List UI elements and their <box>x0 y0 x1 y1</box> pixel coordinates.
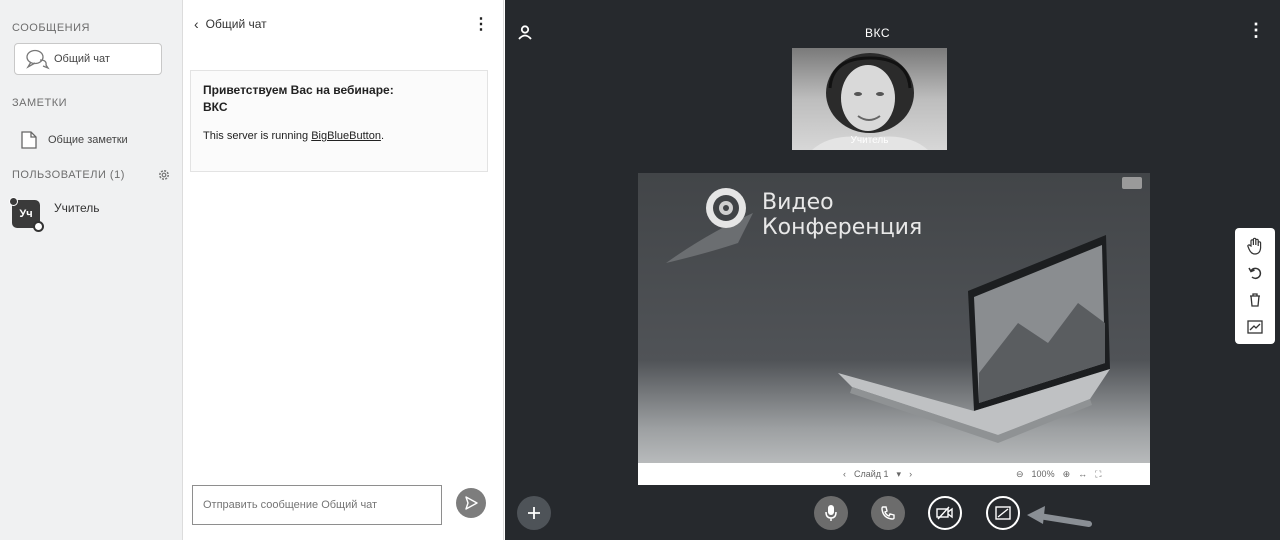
avatar-initials: Уч <box>19 208 33 220</box>
undo-icon[interactable] <box>1244 262 1266 284</box>
send-message-button[interactable] <box>456 488 486 518</box>
chat-title: Общий чат <box>205 17 267 31</box>
phone-icon <box>881 506 895 520</box>
screen-share-icon <box>995 506 1011 520</box>
sidebar-item-label: Общие заметки <box>48 134 128 146</box>
users-section-header: ПОЛЬЗОВАТЕЛИ (1) <box>12 168 177 182</box>
previous-slide-button[interactable]: ‹ <box>843 469 846 479</box>
notes-section-title: ЗАМЕТКИ <box>12 97 68 109</box>
presentation-toolbar: ‹ Слайд 1 ▾ › ⊖ 100% ⊕ ↔ ⛶ <box>638 463 1150 485</box>
webcam-user-name: Учитель <box>850 135 889 146</box>
chat-back-button[interactable]: ‹ Общий чат <box>194 16 267 32</box>
server-info-suffix: . <box>380 130 384 142</box>
options-kebab-icon[interactable]: ⋮ <box>1247 20 1265 41</box>
presentation-slide[interactable]: Видео Конференция ‹ Слайд 1 ▾ › ⊖ 100% ⊕… <box>638 173 1150 485</box>
avatar: Уч <box>9 197 44 232</box>
chevron-left-icon: ‹ <box>194 16 199 32</box>
actions-plus-button[interactable] <box>517 496 551 530</box>
user-name: Учитель <box>54 201 100 215</box>
microphone-icon <box>825 505 837 521</box>
user-list-toggle-icon[interactable] <box>517 24 533 40</box>
fit-width-icon[interactable]: ↔ <box>1078 469 1087 479</box>
welcome-line: Приветствуем Вас на вебинаре: <box>203 83 394 97</box>
server-info: This server is running BigBlueButton. <box>203 130 475 142</box>
bigbluebutton-link[interactable]: BigBlueButton <box>311 130 381 142</box>
slide-selector-dropdown-icon: ▾ <box>896 468 902 479</box>
welcome-message: Приветствуем Вас на вебинаре: ВКС This s… <box>190 70 488 172</box>
fullscreen-icon[interactable]: ⛶ <box>1095 469 1101 480</box>
send-icon <box>465 496 478 510</box>
sidebar: СООБЩЕНИЯ Общий чат ЗАМЕТКИ Общие заметк… <box>0 0 183 540</box>
presenter-status-icon <box>33 221 44 232</box>
chat-options-kebab-icon[interactable]: ⋮ <box>473 14 489 34</box>
sidebar-item-shared-notes[interactable]: Общие заметки <box>20 130 128 150</box>
moderator-indicator <box>9 197 18 206</box>
messages-section-title: СООБЩЕНИЯ <box>12 22 90 34</box>
next-slide-button[interactable]: › <box>909 469 912 479</box>
annotation-arrow-icon <box>1027 506 1092 527</box>
welcome-meeting-name: ВКС <box>203 100 228 114</box>
webcam-video[interactable]: Учитель <box>792 48 947 150</box>
server-info-text: This server is running <box>203 130 312 142</box>
whiteboard-toolbar <box>1235 228 1275 344</box>
multi-user-whiteboard-icon[interactable] <box>1244 316 1266 338</box>
notes-icon <box>21 131 37 149</box>
sidebar-item-public-chat[interactable]: Общий чат <box>14 43 162 75</box>
share-screen-button[interactable] <box>986 496 1020 530</box>
zoom-controls: ⊖ 100% ⊕ ↔ ⛶ <box>1016 469 1101 480</box>
chat-message-input[interactable] <box>192 485 442 525</box>
sidebar-item-label: Общий чат <box>54 53 110 65</box>
slide-title-line-2: Конференция <box>762 215 923 240</box>
users-section-title: ПОЛЬЗОВАТЕЛИ (1) <box>12 169 125 181</box>
chat-header: ‹ Общий чат ⋮ <box>194 14 489 34</box>
share-webcam-button[interactable] <box>928 496 962 530</box>
slide-pager: ‹ Слайд 1 ▾ › <box>843 469 912 480</box>
microphone-button[interactable] <box>814 496 848 530</box>
hand-tool-icon[interactable] <box>1244 235 1266 257</box>
meeting-title: ВКС <box>865 26 891 40</box>
zoom-level: 100% <box>1031 469 1055 479</box>
zoom-out-icon[interactable]: ⊖ <box>1016 469 1024 480</box>
slide-selector[interactable]: Слайд 1 <box>854 469 889 479</box>
zoom-in-icon[interactable]: ⊕ <box>1063 469 1071 480</box>
user-list-item[interactable]: Уч Учитель <box>9 197 100 232</box>
plus-icon <box>528 507 540 519</box>
chat-panel: ‹ Общий чат ⋮ Приветствуем Вас на вебина… <box>184 0 504 540</box>
camera-off-icon <box>936 506 953 520</box>
slide-title-line-1: Видео <box>762 190 834 215</box>
chat-icon <box>26 49 50 70</box>
leave-audio-button[interactable] <box>871 496 905 530</box>
trash-icon[interactable] <box>1244 289 1266 311</box>
main-presentation-area: ВКС ⋮ Учитель Видео Конференция ‹ Слайд … <box>505 0 1280 540</box>
gear-icon[interactable] <box>157 168 171 182</box>
